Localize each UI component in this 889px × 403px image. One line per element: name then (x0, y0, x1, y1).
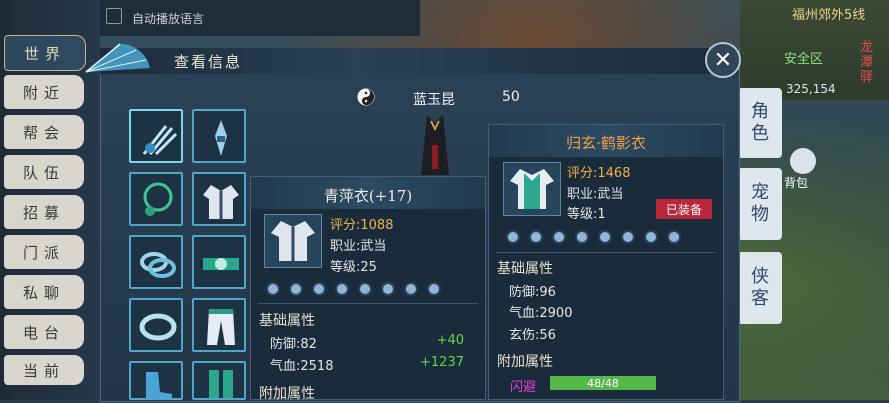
claw-weapon-icon (142, 125, 178, 156)
hover-item-icon (264, 214, 322, 268)
character-model (421, 115, 449, 175)
equip-slot-pants[interactable] (192, 298, 246, 352)
equipped-item-name: 归玄·鹤影衣 (566, 134, 646, 152)
hover-extra-stats-header: 附加属性 (259, 386, 315, 402)
hover-stat-defense: 防御:82 (270, 337, 317, 352)
equipped-item-rating: 评分:1468 (567, 166, 631, 181)
equip-slot-hidden-weapon[interactable] (192, 109, 246, 163)
robe-icon (203, 185, 239, 219)
equipped-base-stats-header: 基础属性 (497, 261, 553, 277)
robe-icon (271, 221, 315, 261)
dodge-stat-bar: 48/48 (550, 376, 656, 390)
equip-slot-bracelet[interactable] (129, 235, 183, 289)
gem-socket-icon (531, 232, 541, 242)
gem-socket-icon (360, 284, 370, 294)
fan-ornament-icon (85, 43, 150, 73)
robe-icon (510, 169, 554, 209)
gem-socket-icon (646, 232, 656, 242)
hover-stat-hp: 气血:2518 (270, 359, 334, 374)
chat-tab-current[interactable]: 当前 (4, 355, 84, 385)
character-button-label: 角色 (751, 101, 769, 144)
close-button[interactable]: ✕ (705, 42, 741, 78)
gem-socket-icon (554, 232, 564, 242)
gem-socket-icon (291, 284, 301, 294)
divider (258, 303, 478, 304)
coordinates: 325,154 (786, 82, 836, 96)
safe-zone-label: 安全区 (784, 52, 824, 67)
chat-tab-guild[interactable]: 帮会 (4, 115, 84, 149)
pet-button[interactable]: 宠物 (738, 168, 782, 240)
chat-tab-radio[interactable]: 电台 (4, 315, 84, 349)
belt-icon (203, 258, 239, 270)
area-tag: 龙潭驿 (860, 40, 874, 85)
bag-label: 背包 (784, 176, 809, 190)
equip-slot-ring[interactable] (129, 298, 183, 352)
gem-socket-icon (314, 284, 324, 294)
gem-socket-icon (600, 232, 610, 242)
hover-item-level: 等级:25 (330, 260, 377, 275)
chat-tab-world[interactable]: 世界 (4, 35, 86, 71)
chat-tab-private[interactable]: 私聊 (4, 275, 84, 309)
gem-socket-icon (383, 284, 393, 294)
equip-slot-robe[interactable] (192, 172, 246, 226)
chat-tab-school[interactable]: 门派 (4, 235, 84, 269)
greaves-icon (209, 370, 233, 398)
equip-slot-necklace[interactable] (129, 172, 183, 226)
pants-icon (207, 309, 235, 345)
equipped-item-gem-sockets (508, 232, 679, 242)
equipped-item-icon (503, 162, 561, 216)
equip-slot-boots-left[interactable] (129, 361, 183, 400)
dodge-stat-value: 48/48 (587, 376, 619, 390)
hover-item-name: 青萍衣(+17) (323, 187, 413, 205)
gem-socket-icon (623, 232, 633, 242)
hover-item-rating: 评分:1088 (330, 218, 394, 233)
equipped-item-level: 等级:1 (567, 207, 606, 222)
companion-button[interactable]: 侠客 (738, 252, 782, 324)
equipped-extra-stats-header: 附加属性 (497, 354, 553, 370)
map-name: 福州郊外5线 (792, 8, 866, 23)
boots-icon (146, 372, 172, 398)
hover-item-school: 职业:武当 (330, 239, 387, 254)
character-name: 蓝玉昆 (413, 92, 455, 108)
gem-socket-icon (669, 232, 679, 242)
gem-socket-icon (337, 284, 347, 294)
close-icon: ✕ (713, 47, 733, 73)
hover-item-gem-sockets (268, 284, 439, 294)
character-button[interactable]: 角色 (738, 88, 782, 158)
school-emblem-icon (357, 88, 375, 106)
hover-stat-defense-bonus: +40 (436, 333, 464, 348)
chat-tab-recruit[interactable]: 招募 (4, 195, 84, 229)
divider (496, 252, 716, 253)
chat-tab-nearby[interactable]: 附近 (4, 75, 84, 109)
equipped-item-school: 职业:武当 (567, 187, 624, 202)
companion-button-label: 侠客 (751, 266, 769, 309)
gem-socket-icon (429, 284, 439, 294)
panel-title: 查看信息 (174, 53, 243, 71)
dart-icon (215, 120, 227, 156)
bracelet-icon (140, 252, 176, 278)
gem-socket-icon (406, 284, 416, 294)
pet-button-label: 宠物 (751, 182, 769, 225)
gem-socket-icon (268, 284, 278, 294)
equipped-stat-defense: 防御:96 (509, 285, 556, 300)
equipped-stat-mystic-damage: 玄伤:56 (509, 328, 556, 343)
character-level: 50 (502, 89, 520, 105)
gem-socket-icon (577, 232, 587, 242)
equip-slot-belt[interactable] (192, 235, 246, 289)
hover-stat-hp-bonus: +1237 (420, 355, 464, 370)
bag-icon[interactable] (790, 148, 816, 174)
gem-socket-icon (508, 232, 518, 242)
equipped-badge: 已装备 (656, 199, 712, 219)
hover-base-stats-header: 基础属性 (259, 313, 315, 329)
equipped-stat-hp: 气血:2900 (509, 306, 573, 321)
auto-voice-checkbox[interactable] (106, 8, 122, 24)
chat-tab-team[interactable]: 队伍 (4, 155, 84, 189)
dodge-stat-label: 闪避 (510, 380, 537, 395)
equip-slot-boots-right[interactable] (192, 361, 246, 400)
auto-voice-label: 自动播放语言 (132, 12, 205, 26)
ring-icon (139, 313, 177, 341)
equip-slot-weapon[interactable] (129, 109, 183, 163)
necklace-icon (143, 182, 173, 216)
